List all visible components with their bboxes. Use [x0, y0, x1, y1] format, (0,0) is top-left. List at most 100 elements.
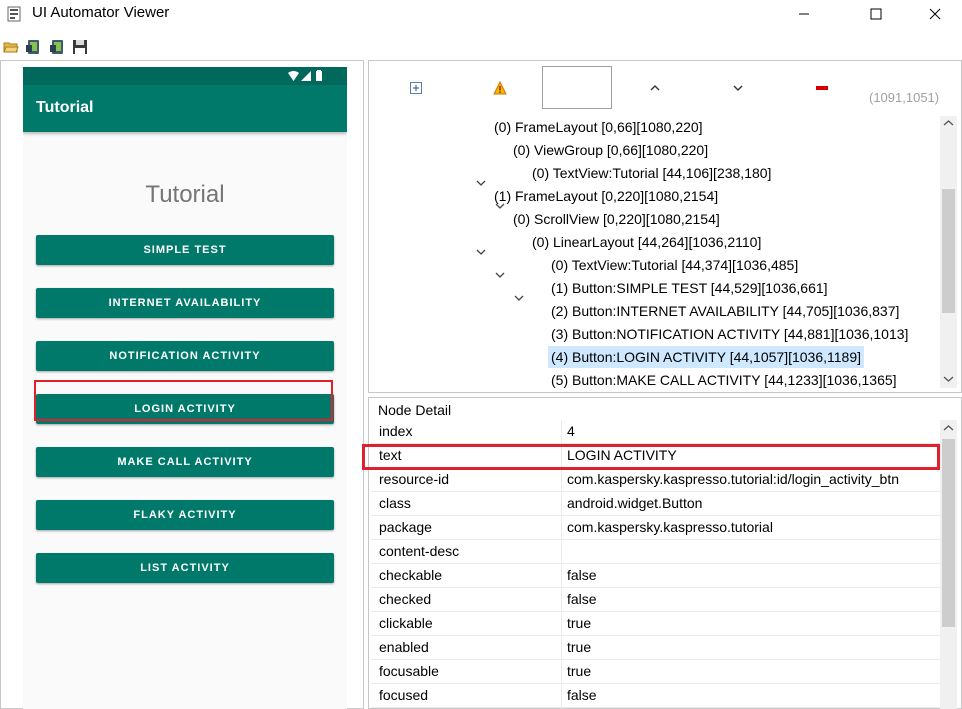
signal-icon: [301, 71, 311, 81]
pointer-coordinates: (1091,1051): [869, 90, 940, 105]
tree-node[interactable]: (0) LinearLayout [44,264][1036,2110]: [532, 231, 761, 253]
internet-availability-button[interactable]: INTERNET AVAILABILITY: [36, 288, 334, 318]
android-screenshot-icon[interactable]: [25, 39, 41, 55]
close-icon: [929, 8, 941, 20]
app-bar: Tutorial: [23, 85, 347, 132]
tree-node-selected[interactable]: (4) Button:LOGIN ACTIVITY [44,1057][1036…: [548, 346, 864, 368]
simple-test-button[interactable]: SIMPLE TEST: [36, 235, 334, 265]
table-row[interactable]: package com.kaspersky.kaspresso.tutorial: [371, 516, 941, 540]
node-detail-pane: Node Detail index 4 text LOGIN ACTIVITY …: [362, 397, 962, 709]
chevron-down-icon[interactable]: [513, 292, 525, 304]
property-key: focusable: [379, 663, 439, 679]
tree-node[interactable]: (0) FrameLayout [0,66][1080,220]: [494, 116, 703, 138]
property-value: true: [567, 639, 592, 655]
previous-button[interactable]: [647, 80, 663, 96]
hierarchy-tree[interactable]: (0) FrameLayout [0,66][1080,220] (0) Vie…: [374, 116, 937, 388]
property-value: true: [567, 663, 592, 679]
app-icon: [7, 6, 21, 22]
property-key: index: [379, 423, 413, 439]
toggle-nafs-button[interactable]: [492, 80, 508, 96]
warning-icon: [493, 81, 507, 95]
property-value: 4: [567, 423, 575, 439]
maximize-button[interactable]: [853, 0, 899, 28]
hierarchy-toolbar: (1091,1051): [369, 61, 962, 115]
clear-search-button[interactable]: [815, 81, 829, 95]
make-call-activity-button[interactable]: MAKE CALL ACTIVITY: [36, 447, 334, 477]
property-key: checkable: [379, 567, 443, 583]
tree-scrollbar[interactable]: [940, 116, 957, 388]
selected-node-highlight: [34, 380, 333, 421]
next-button[interactable]: [730, 80, 746, 96]
title-bar: UI Automator Viewer: [0, 0, 962, 28]
property-key: checked: [379, 591, 432, 607]
wifi-icon: [288, 71, 299, 81]
table-row[interactable]: focusable true: [371, 660, 941, 684]
property-key: focused: [379, 687, 429, 703]
screen-title[interactable]: Tutorial: [23, 181, 347, 209]
property-key: enabled: [379, 639, 429, 655]
search-box[interactable]: [542, 66, 612, 109]
main-toolbar: [0, 36, 962, 58]
property-key: clickable: [379, 615, 433, 631]
expand-all-button[interactable]: [409, 81, 423, 95]
property-value: false: [567, 687, 597, 703]
chevron-down-icon[interactable]: [943, 375, 954, 383]
table-row[interactable]: checked false: [371, 588, 941, 612]
table-row[interactable]: clickable true: [371, 612, 941, 636]
chevron-up-icon: [650, 85, 660, 91]
folder-open-icon[interactable]: [3, 39, 19, 55]
floppy-disk-icon[interactable]: [72, 39, 88, 55]
tree-node[interactable]: (1) FrameLayout [0,220][1080,2154]: [494, 185, 718, 207]
tree-node[interactable]: (0) ViewGroup [0,66][1080,220]: [513, 139, 708, 161]
chevron-down-icon: [733, 85, 743, 91]
notification-activity-button[interactable]: NOTIFICATION ACTIVITY: [36, 341, 334, 371]
tree-scrollbar-thumb[interactable]: [942, 189, 955, 313]
table-row[interactable]: resource-id com.kaspersky.kaspresso.tuto…: [371, 468, 941, 492]
list-activity-button[interactable]: LIST ACTIVITY: [36, 553, 334, 583]
property-value: com.kaspersky.kaspresso.tutorial: [567, 519, 773, 535]
expand-all-icon: [410, 82, 422, 94]
chevron-down-icon[interactable]: [475, 177, 487, 189]
property-key: class: [379, 495, 411, 511]
close-button[interactable]: [912, 0, 958, 28]
red-bar-icon: [816, 86, 828, 90]
property-value: android.widget.Button: [567, 495, 703, 511]
property-value: com.kaspersky.kaspresso.tutorial:id/logi…: [567, 471, 900, 487]
table-row[interactable]: class android.widget.Button: [371, 492, 941, 516]
table-row[interactable]: content-desc: [371, 540, 941, 564]
tree-node[interactable]: (1) Button:SIMPLE TEST [44,529][1036,661…: [551, 277, 828, 299]
app-bar-title: Tutorial: [36, 99, 94, 116]
status-bar: [23, 67, 347, 85]
detail-scrollbar-thumb[interactable]: [942, 439, 955, 627]
property-value: false: [567, 591, 597, 607]
flaky-activity-button[interactable]: FLAKY ACTIVITY: [36, 500, 334, 530]
hierarchy-pane: (1091,1051) (0) FrameLayout [0,66][1080,…: [368, 60, 962, 393]
tree-node[interactable]: (0) TextView:Tutorial [44,106][238,180]: [532, 162, 771, 184]
android-screenshot-compressed-icon[interactable]: [49, 39, 65, 55]
detail-scrollbar[interactable]: [940, 420, 957, 709]
tree-node[interactable]: (2) Button:INTERNET AVAILABILITY [44,705…: [551, 300, 899, 322]
minimize-button[interactable]: [781, 0, 827, 28]
tree-node[interactable]: (0) TextView:Tutorial [44,374][1036,485]: [551, 254, 798, 276]
table-row[interactable]: enabled true: [371, 636, 941, 660]
chevron-down-icon[interactable]: [475, 246, 487, 258]
minimize-icon: [799, 13, 809, 15]
property-value: true: [567, 615, 592, 631]
tree-node[interactable]: (5) Button:MAKE CALL ACTIVITY [44,1233][…: [551, 369, 897, 388]
resource-id-highlight: [362, 444, 940, 470]
tree-node[interactable]: (3) Button:NOTIFICATION ACTIVITY [44,881…: [551, 323, 908, 345]
property-key: resource-id: [379, 471, 450, 487]
chevron-down-icon[interactable]: [494, 269, 506, 281]
node-detail-label: Node Detail: [378, 402, 452, 418]
property-key: package: [379, 519, 432, 535]
table-row[interactable]: checkable false: [371, 564, 941, 588]
table-row[interactable]: index 4: [371, 420, 941, 444]
chevron-up-icon[interactable]: [943, 424, 954, 432]
table-row[interactable]: focused false: [371, 684, 941, 708]
window-title: UI Automator Viewer: [32, 4, 170, 21]
property-value: false: [567, 567, 597, 583]
tree-node[interactable]: (0) ScrollView [0,220][1080,2154]: [513, 208, 720, 230]
chevron-up-icon[interactable]: [943, 119, 954, 127]
battery-icon: [316, 70, 322, 81]
maximize-icon: [870, 8, 882, 20]
